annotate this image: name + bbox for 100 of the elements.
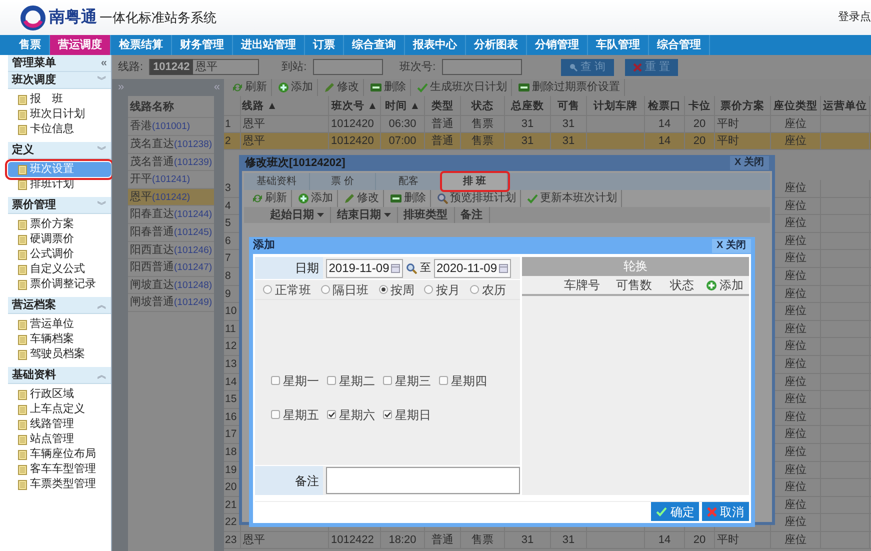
radio-option[interactable]: 隔日班: [320, 280, 368, 298]
close-button[interactable]: X 关闭: [712, 238, 751, 252]
menu-item[interactable]: 公式调价: [8, 247, 111, 262]
weekday-checkbox[interactable]: 星期三: [383, 372, 439, 390]
menu-item[interactable]: 行政区域: [8, 387, 111, 402]
menu-item[interactable]: 硬调票价: [8, 232, 111, 247]
toggle-button[interactable]: ︾: [97, 142, 107, 158]
table-cell: 14: [645, 116, 685, 132]
column-header[interactable]: 类型: [425, 96, 461, 115]
page-icon: [18, 250, 27, 260]
menu-item[interactable]: 上车点定义: [8, 402, 111, 417]
menu-item[interactable]: 车辆座位布局: [8, 447, 111, 462]
column-header[interactable]: 卡位: [685, 96, 715, 115]
radio-option[interactable]: 按周: [378, 280, 414, 298]
station-field[interactable]: [312, 59, 383, 75]
column-header[interactable]: 线路 ▲: [241, 96, 329, 115]
tab[interactable]: 排 班: [442, 173, 508, 190]
table-cell: 20: [685, 133, 715, 149]
column-header[interactable]: 座位类型: [771, 96, 821, 115]
date-field[interactable]: 2019-11-09: [326, 258, 404, 278]
column-header[interactable]: 运营单位: [821, 96, 870, 115]
menu-item[interactable]: 班次日计划: [8, 107, 111, 122]
toolbar-button[interactable]: 删除: [366, 79, 411, 96]
toolbar-button[interactable]: 删除过期票价设置: [514, 79, 625, 96]
route-item[interactable]: 阳春普通(101245): [128, 224, 214, 242]
route-item[interactable]: 恩平(101242): [128, 188, 214, 206]
search-button[interactable]: 查 询: [560, 58, 614, 76]
pencil-icon: [344, 193, 355, 204]
menu-item-label: 自定义公式: [30, 262, 85, 277]
radio-option[interactable]: 正常班: [263, 280, 311, 298]
column-header[interactable]: 时间 ▲: [381, 96, 425, 115]
menu-item[interactable]: 票价方案: [8, 217, 111, 232]
column-header[interactable]: 检票口: [645, 96, 685, 115]
route-item[interactable]: 香港(101001): [128, 118, 214, 136]
weekday-checkbox[interactable]: 星期一: [271, 372, 327, 390]
toggle-button[interactable]: ︾: [97, 196, 107, 214]
menu-item[interactable]: 车辆档案: [8, 332, 111, 347]
trip-field[interactable]: [442, 59, 522, 75]
menu-item[interactable]: 票价调整记录: [8, 277, 111, 292]
column-header[interactable]: 排班类型: [398, 207, 454, 223]
column-header[interactable]: 可售: [551, 96, 587, 115]
section-title[interactable]: 定义: [12, 142, 34, 158]
weekday-checkbox[interactable]: 星期五: [271, 406, 327, 424]
section-title[interactable]: 票价管理: [12, 196, 56, 214]
weekday-checkbox[interactable]: 星期二: [327, 372, 383, 390]
range-separator: 至: [420, 260, 431, 276]
column-header[interactable]: 计划车牌: [587, 96, 645, 115]
close-button[interactable]: X 关闭: [730, 156, 769, 170]
menu-item[interactable]: 班次设置: [8, 162, 111, 177]
column-header[interactable]: 班次号 ▲: [329, 96, 381, 115]
weekday-checkbox[interactable]: 星期日: [383, 406, 439, 424]
menu-item[interactable]: 站点管理: [8, 432, 111, 447]
radio-option[interactable]: 农历: [470, 280, 506, 298]
menu-item[interactable]: 客车车型管理: [8, 462, 111, 477]
selected-row[interactable]: 2 恩平 1012420 07:00 普通 售票 31 31 14 20 平时 座位: [224, 133, 871, 150]
radio-option[interactable]: 按月: [424, 280, 460, 298]
column-header[interactable]: 结束日期: [330, 207, 398, 223]
route-item[interactable]: 阳西普通(101247): [128, 259, 214, 277]
add-button[interactable]: 添加: [706, 276, 744, 294]
toggle-button[interactable]: ︽: [97, 366, 107, 384]
toggle-button[interactable]: ︾: [97, 72, 107, 88]
route-item[interactable]: 茂名直达(101238): [128, 136, 214, 154]
nav-tab[interactable]: 营运调度: [50, 35, 111, 55]
cancel-button[interactable]: 取消: [702, 502, 749, 521]
date-field[interactable]: 2020-11-09: [434, 258, 511, 278]
collapse-button[interactable]: «: [100, 55, 107, 71]
toolbar-button[interactable]: 添加: [274, 79, 318, 96]
route-item[interactable]: 阳春直达(101244): [128, 206, 214, 224]
toolbar-button[interactable]: 刷新: [228, 79, 272, 96]
column-header[interactable]: 总座数: [505, 96, 551, 115]
toolbar-button[interactable]: 生成班次日计划: [413, 79, 512, 96]
section-title[interactable]: 班次调度: [12, 72, 56, 88]
login-link[interactable]: 登录点: [838, 9, 871, 26]
menu-item-label: 车辆档案: [30, 332, 74, 347]
menu-item[interactable]: 营运单位: [8, 317, 111, 332]
column-header[interactable]: 起始日期: [264, 207, 331, 223]
route-item[interactable]: 闸坡普通(101249): [128, 294, 214, 312]
confirm-button[interactable]: 确定: [651, 502, 700, 521]
note-field[interactable]: [326, 467, 520, 494]
route-item[interactable]: 阳西直达(101246): [128, 242, 214, 260]
column-header[interactable]: 票价方案: [715, 96, 771, 115]
route-field[interactable]: 101242 恩平: [149, 59, 260, 75]
reset-button[interactable]: 重 置: [625, 58, 678, 76]
weekday-checkbox[interactable]: 星期四: [439, 372, 495, 390]
route-item[interactable]: 茂名普通(101239): [128, 154, 214, 172]
section-title[interactable]: 营运档案: [12, 296, 56, 314]
menu-item-label: 营运单位: [30, 317, 74, 332]
weekday-checkbox[interactable]: 星期六: [327, 406, 383, 424]
toolbar-button[interactable]: 修改: [320, 79, 364, 96]
route-item[interactable]: 闸坡直达(101248): [128, 276, 214, 294]
menu-item[interactable]: 报 班: [8, 92, 111, 107]
menu-item[interactable]: 线路管理: [8, 417, 111, 432]
column-header[interactable]: 备注: [454, 207, 490, 223]
menu-item[interactable]: 卡位信息: [8, 122, 111, 137]
menu-item[interactable]: 自定义公式: [8, 262, 111, 277]
column-header[interactable]: 状态: [461, 96, 505, 115]
toggle-button[interactable]: ︽: [97, 296, 107, 314]
menu-item[interactable]: 车票类型管理: [8, 477, 111, 492]
menu-item[interactable]: 驾驶员档案: [8, 347, 111, 362]
section-title[interactable]: 基础资料: [12, 366, 56, 384]
